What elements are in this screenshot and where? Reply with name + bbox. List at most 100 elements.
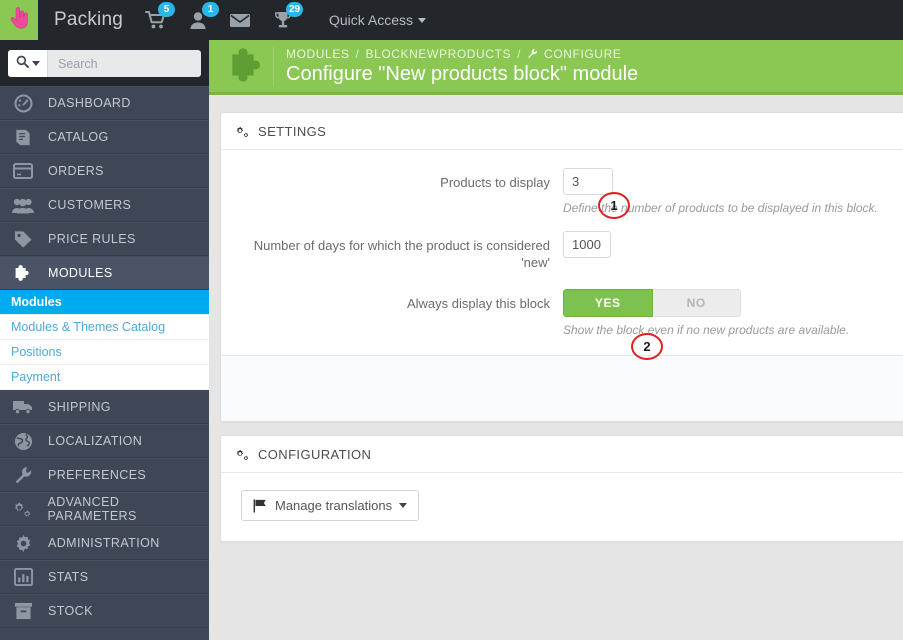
sidebar-item-label: DASHBOARD xyxy=(48,96,131,110)
cart-badge: 5 xyxy=(158,2,175,17)
sidebar-item-label: ORDERS xyxy=(48,164,104,178)
truck-icon xyxy=(11,399,35,415)
logo-tile[interactable] xyxy=(0,0,38,40)
settings-panel: SETTINGS Products to display Define the … xyxy=(220,112,903,422)
sidebar-item-label: MODULES xyxy=(48,266,113,280)
top-bar: Packing 5 1 29 Quick Access xyxy=(0,0,903,40)
sidebar-subitem-label: Modules xyxy=(11,295,62,309)
field-wrap: YES NO Show the block even if no new pro… xyxy=(563,289,899,338)
breadcrumb: MODULES / BLOCKNEWPRODUCTS / CONFIGURE xyxy=(286,47,638,61)
sidebar-item-preferences[interactable]: PREFERENCES xyxy=(0,458,209,492)
sidebar-submenu: Modules Modules & Themes Catalog Positio… xyxy=(0,290,209,390)
sidebar-item-label: SHIPPING xyxy=(48,400,111,414)
field-label: Number of days for which the product is … xyxy=(253,238,550,270)
sidebar-subitem-positions[interactable]: Positions xyxy=(0,340,209,365)
manage-translations-label: Manage translations xyxy=(275,498,393,513)
new-days-input[interactable] xyxy=(563,231,611,258)
sidebar-item-label: LOCALIZATION xyxy=(48,434,143,448)
configuration-panel-title: CONFIGURATION xyxy=(258,447,372,462)
book-icon xyxy=(11,128,35,147)
gears-icon xyxy=(11,500,35,519)
sidebar-item-advanced-parameters[interactable]: ADVANCED PARAMETERS xyxy=(0,492,209,526)
sidebar-item-customers[interactable]: CUSTOMERS xyxy=(0,188,209,222)
breadcrumb-item-configure[interactable]: CONFIGURE xyxy=(544,47,621,61)
field-help-text: Show the block even if no new products a… xyxy=(563,323,850,337)
breadcrumb-item-modules[interactable]: MODULES xyxy=(286,47,350,61)
sidebar-subitem-modules[interactable]: Modules xyxy=(0,290,209,315)
sidebar-item-stock[interactable]: STOCK xyxy=(0,594,209,628)
configuration-panel: CONFIGURATION Manage translations xyxy=(220,435,903,542)
sidebar-subitem-label: Modules & Themes Catalog xyxy=(11,320,166,334)
sidebar-subitem-payment[interactable]: Payment xyxy=(0,365,209,390)
quick-access-menu[interactable]: Quick Access xyxy=(329,12,427,28)
puzzle-icon xyxy=(11,264,35,283)
search-icon xyxy=(16,55,29,73)
gears-icon xyxy=(235,125,250,139)
form-row-new-days: Number of days for which the product is … xyxy=(241,231,899,271)
sidebar-item-dashboard[interactable]: DASHBOARD xyxy=(0,86,209,120)
sidebar-item-modules[interactable]: MODULES xyxy=(0,256,209,290)
sidebar-item-stats[interactable]: STATS xyxy=(0,560,209,594)
sidebar-item-localization[interactable]: LOCALIZATION xyxy=(0,424,209,458)
hand-cursor-icon xyxy=(9,6,29,34)
sidebar-item-orders[interactable]: ORDERS xyxy=(0,154,209,188)
breadcrumb-separator: / xyxy=(355,46,360,61)
trophy-icon[interactable]: 29 xyxy=(273,0,304,40)
form-row-always-display: Always display this block YES NO Show th… xyxy=(241,289,899,338)
sidebar-item-shipping[interactable]: SHIPPING xyxy=(0,390,209,424)
chevron-down-icon xyxy=(418,17,427,23)
breadcrumb-separator: / xyxy=(517,46,522,61)
sidebar-item-label: STATS xyxy=(48,570,89,584)
gears-icon xyxy=(235,448,250,462)
manage-translations-button[interactable]: Manage translations xyxy=(241,490,420,521)
sidebar-item-price-rules[interactable]: PRICE RULES xyxy=(0,222,209,256)
sidebar-item-label: PRICE RULES xyxy=(48,232,136,246)
sidebar-item-label: STOCK xyxy=(48,604,93,618)
page-header: MODULES / BLOCKNEWPRODUCTS / CONFIGURE C… xyxy=(209,40,903,95)
settings-panel-body: Products to display Define the number of… xyxy=(221,150,903,355)
sidebar-item-label: CUSTOMERS xyxy=(48,198,132,212)
annotation-marker-1: 1 xyxy=(598,192,630,219)
header-text-block: MODULES / BLOCKNEWPRODUCTS / CONFIGURE C… xyxy=(286,47,638,86)
tag-icon xyxy=(11,230,35,249)
gear-icon xyxy=(11,534,35,553)
sidebar-search-area xyxy=(0,40,209,86)
search-box[interactable] xyxy=(8,50,201,77)
globe-icon xyxy=(11,432,35,451)
sidebar-item-label: CATALOG xyxy=(48,130,109,144)
dashboard-icon xyxy=(11,94,35,113)
cart-icon[interactable]: 5 xyxy=(145,0,175,40)
trophy-badge: 29 xyxy=(286,2,304,17)
products-to-display-input[interactable] xyxy=(563,168,613,195)
wrench-icon xyxy=(11,466,35,485)
toggle-no-option[interactable]: NO xyxy=(652,289,741,317)
search-input[interactable] xyxy=(48,50,201,77)
settings-panel-footer xyxy=(221,355,903,421)
box-icon xyxy=(11,602,35,620)
header-divider xyxy=(273,46,274,86)
chevron-down-icon xyxy=(399,503,408,508)
sidebar-subitem-label: Payment xyxy=(11,370,61,384)
toggle-yes-option[interactable]: YES xyxy=(563,289,653,317)
card-icon xyxy=(11,163,35,179)
content-area: SETTINGS Products to display Define the … xyxy=(209,98,903,640)
flag-icon xyxy=(253,498,268,513)
wrench-icon xyxy=(527,48,538,59)
quick-access-label: Quick Access xyxy=(329,12,414,28)
sidebar-item-administration[interactable]: ADMINISTRATION xyxy=(0,526,209,560)
always-display-toggle[interactable]: YES NO xyxy=(563,289,741,317)
shop-name[interactable]: Packing xyxy=(54,9,123,31)
field-wrap xyxy=(563,231,899,271)
puzzle-icon xyxy=(225,46,271,86)
search-scope-dropdown[interactable] xyxy=(8,50,48,77)
envelope-icon[interactable] xyxy=(229,0,251,40)
sidebar-item-catalog[interactable]: CATALOG xyxy=(0,120,209,154)
sidebar-subitem-modules-themes-catalog[interactable]: Modules & Themes Catalog xyxy=(0,315,209,340)
form-row-products-to-display: Products to display Define the number of… xyxy=(241,168,899,216)
configuration-panel-body: Manage translations xyxy=(221,473,903,541)
settings-panel-header: SETTINGS xyxy=(221,113,903,150)
breadcrumb-item-blocknewproducts[interactable]: BLOCKNEWPRODUCTS xyxy=(365,47,511,61)
field-label: Always display this block xyxy=(406,296,550,311)
field-label: Products to display xyxy=(440,175,550,190)
person-icon[interactable]: 1 xyxy=(189,0,219,40)
